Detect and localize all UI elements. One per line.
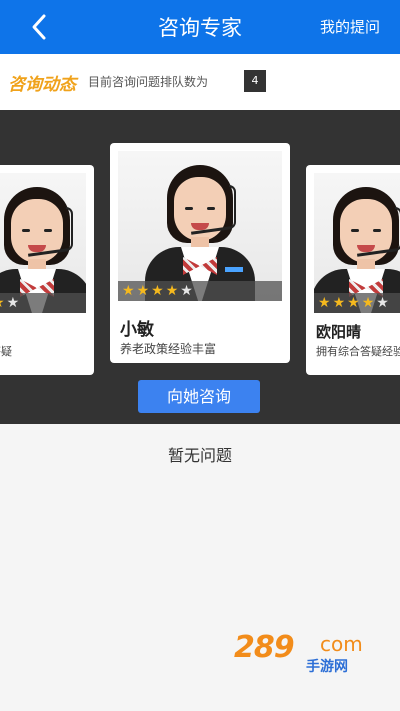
expert-card-next[interactable]: ★ ★ ★ ★ ★ 欧阳晴 拥有综合答疑经验 bbox=[306, 165, 400, 375]
my-questions-link[interactable]: 我的提问 bbox=[320, 16, 380, 37]
star-empty-icon: ★ bbox=[6, 295, 20, 311]
star-filled-icon: ★ bbox=[136, 283, 150, 299]
consult-her-button[interactable]: 向她咨询 bbox=[138, 380, 260, 413]
queue-count-badge: 4 bbox=[244, 70, 266, 92]
expert-description: 答疑 bbox=[0, 345, 12, 358]
top-bar: 咨询专家 我的提问 bbox=[0, 0, 400, 54]
expert-name: 欧阳晴 bbox=[316, 323, 362, 341]
expert-description: 养老政策经验丰富 bbox=[120, 342, 217, 356]
watermark-text: 手游网 bbox=[306, 659, 348, 675]
site-watermark-logo: 289 com 手游网 bbox=[234, 630, 384, 676]
star-empty-icon: ★ bbox=[180, 283, 193, 299]
star-filled-icon: ★ bbox=[332, 295, 346, 311]
rating-stars: ★ ★ ★ ★ ★ bbox=[314, 293, 400, 313]
expert-description: 拥有综合答疑经验 bbox=[316, 345, 400, 358]
expert-carousel[interactable]: ★★ 答疑 ★★★★★ 小敏 养老政策经验丰富 ★★★★★ 欧阳晴 拥有综合答疑… bbox=[0, 110, 400, 424]
star-filled-icon: ★ bbox=[151, 283, 164, 299]
star-filled-icon: ★ bbox=[347, 295, 360, 311]
consult-dynamics-bar: 咨询动态 目前咨询问题排队数为 4 bbox=[0, 54, 400, 110]
star-filled-icon: ★ bbox=[0, 293, 5, 313]
rating-stars: ★★ bbox=[0, 293, 86, 313]
watermark-number: 289 bbox=[234, 630, 295, 665]
expert-card-current[interactable]: ★ ★ ★ ★ ★ 小敏 养老政策经验丰富 bbox=[110, 143, 290, 363]
rating-stars: ★ ★ ★ ★ ★ bbox=[118, 281, 282, 301]
watermark-domain: com bbox=[320, 632, 363, 656]
star-filled-icon: ★ bbox=[318, 295, 331, 311]
expert-name: 小敏 bbox=[120, 320, 154, 340]
dynamics-title: 咨询动态 bbox=[8, 75, 76, 95]
expert-photo bbox=[314, 173, 400, 313]
expert-card-prev[interactable]: ★★ 答疑 bbox=[0, 165, 94, 375]
queue-label: 目前咨询问题排队数为 bbox=[88, 75, 209, 89]
star-empty-icon: ★ bbox=[376, 295, 389, 311]
empty-state-text: 暂无问题 bbox=[167, 446, 232, 465]
star-filled-icon: ★ bbox=[361, 295, 375, 311]
expert-photo bbox=[118, 151, 282, 301]
star-filled-icon: ★ bbox=[122, 283, 135, 299]
star-filled-icon: ★ bbox=[165, 283, 179, 299]
expert-photo bbox=[0, 173, 86, 313]
